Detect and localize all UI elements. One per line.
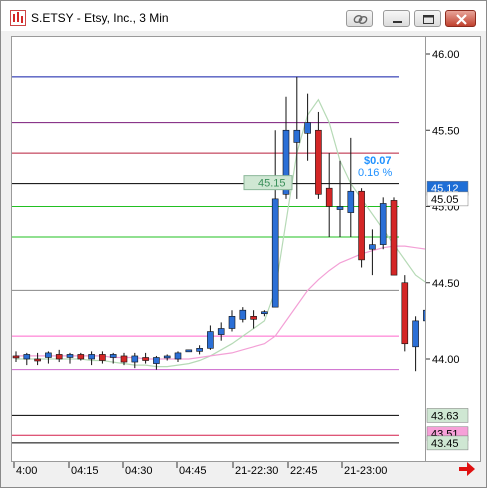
candle-body <box>390 200 398 276</box>
link-button[interactable] <box>346 10 373 27</box>
candle-body <box>261 311 268 315</box>
red-right-arrow-icon[interactable] <box>458 461 476 477</box>
candle-body <box>379 203 387 245</box>
price-tick-label: 44.00 <box>432 354 460 366</box>
moving-average-slow <box>16 245 425 360</box>
candle-body <box>99 354 106 361</box>
candle-body <box>325 187 333 207</box>
level-label-1: 43.63 <box>431 410 459 422</box>
measure-box-value: 45.15 <box>258 178 286 190</box>
candle-body <box>369 244 376 250</box>
candle-body <box>207 331 214 349</box>
candle-body <box>55 354 63 360</box>
candle-body <box>131 355 139 363</box>
candle-body <box>109 354 117 358</box>
chart-plot-area[interactable]: 45.15 $0.07 0.16 % <box>11 36 426 462</box>
candle-body <box>196 348 203 352</box>
price-axis[interactable]: 46.00 45.50 45.00 44.50 44.00 45.12 45.05 43.63… <box>426 36 481 462</box>
close-icon <box>456 14 467 25</box>
candle-body <box>271 198 279 308</box>
price-tick-label: 46.00 <box>432 49 460 61</box>
time-tick-label: 21-23:00 <box>344 465 387 477</box>
candle-body <box>77 354 85 360</box>
time-axis[interactable]: 4:00 04:15 04:30 04:45 21-22:30 22:45 21-23:00 <box>11 462 426 479</box>
candle-body <box>401 282 409 345</box>
price-label-2: 45.05 <box>431 194 459 206</box>
title-bar[interactable]: S.ETSY - Etsy, Inc., 3 Min <box>1 1 486 31</box>
link-icon <box>353 14 368 25</box>
chart-window: S.ETSY - Etsy, Inc., 3 Min 45.15$0.070 <box>0 0 487 488</box>
candle-body <box>142 357 149 361</box>
time-tick-label: 4:00 <box>16 465 37 477</box>
candle-body <box>153 357 160 364</box>
candle-body <box>185 349 193 353</box>
candle-body <box>45 352 52 358</box>
minimize-icon <box>393 21 402 23</box>
candle-body <box>347 190 355 213</box>
candle-body <box>336 206 344 210</box>
time-tick-label: 04:45 <box>179 465 207 477</box>
measure-percent-change: 0.16 % <box>358 167 392 179</box>
level-label-3: 43.45 <box>431 438 459 450</box>
candle-body <box>412 320 419 348</box>
candle-body <box>228 315 236 329</box>
time-tick-label: 04:15 <box>71 465 99 477</box>
price-axis-svg: 46.0045.5045.0044.5044.0045.1245.0543.63… <box>426 49 469 451</box>
candle-body <box>304 122 311 134</box>
candle-body <box>163 355 171 359</box>
candle-body <box>23 354 31 360</box>
maximize-button[interactable] <box>414 10 441 27</box>
time-tick-label: 04:30 <box>125 465 153 477</box>
candle-body <box>174 352 182 360</box>
candle-body <box>120 355 128 363</box>
candle-body <box>250 315 257 320</box>
candle-body <box>358 190 365 261</box>
candle-body <box>217 328 225 335</box>
time-axis-svg: 4:00 04:15 04:30 04:45 21-22:30 22:45 21-23:00 <box>13 462 387 477</box>
price-tick-label: 44.50 <box>432 278 460 290</box>
measure-dollar-change: $0.07 <box>364 155 392 167</box>
candle-body <box>239 309 247 320</box>
close-button[interactable] <box>445 10 476 27</box>
time-tick-label: 22:45 <box>290 465 318 477</box>
time-tick-label: 21-22:30 <box>235 465 278 477</box>
maximize-icon <box>423 15 434 24</box>
price-tick-label: 45.50 <box>432 125 460 137</box>
window-title: S.ETSY - Etsy, Inc., 3 Min <box>31 11 169 25</box>
candle-body <box>315 129 322 195</box>
chart-app-icon <box>10 10 26 26</box>
candlestick-chart[interactable]: 45.15 $0.070.16 % <box>12 37 426 462</box>
candle-body <box>293 129 301 143</box>
candle-body <box>66 354 74 358</box>
minimize-button[interactable] <box>383 10 410 27</box>
candle-body <box>34 358 41 362</box>
candle-body <box>12 355 20 359</box>
candle-body <box>88 354 95 360</box>
